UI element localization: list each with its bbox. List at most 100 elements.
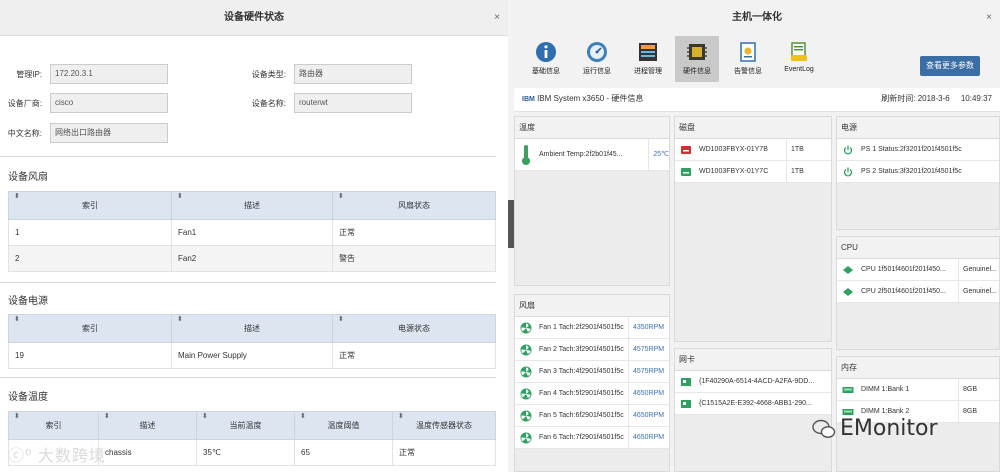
tool-hardware-info[interactable]: 硬件信息: [675, 36, 719, 82]
cn-name-field[interactable]: 网络出口路由器: [50, 123, 168, 143]
column-header-temp-threshold[interactable]: ⬍ 温度阈值: [294, 411, 393, 440]
tool-label: 运行信息: [583, 68, 611, 75]
dimm-size: 8GB: [963, 385, 978, 393]
mgmt-ip-field[interactable]: 172.20.3.1: [50, 64, 168, 84]
sort-icon[interactable]: ⬍: [177, 192, 183, 200]
disk-panel: 磁盘 WD1003FBYX-01Y7B 1TB WD1003FBYX-01Y7C…: [674, 116, 832, 342]
disk-name: WD1003FBYX-01Y7B: [697, 138, 787, 161]
cell-desc: Fan2: [171, 245, 333, 272]
list-item[interactable]: WD1003FBYX-01Y7C 1TB: [675, 160, 831, 183]
tool-process-mgmt[interactable]: 进程管理: [626, 36, 670, 82]
section-divider: [0, 282, 496, 283]
list-item[interactable]: PS 2 Status:3f3201f201f4501f5c: [837, 161, 999, 183]
sort-icon[interactable]: ⬍: [177, 315, 183, 323]
column-header-desc[interactable]: ⬍ 描述: [98, 411, 197, 440]
psu-name: PS 2 Status:3f3201f201f4501f5c: [861, 167, 962, 175]
table-row[interactable]: 19 Main Power Supply 正常: [8, 342, 496, 369]
tool-runtime-info[interactable]: 运行信息: [575, 36, 619, 82]
column-header-sensor-status[interactable]: ⬍ 温度传感器状态: [392, 411, 496, 440]
column-header-desc[interactable]: ⬍ 描述: [171, 314, 333, 343]
close-icon[interactable]: ×: [986, 0, 992, 36]
cpu-icon: [837, 259, 859, 281]
cell-index: 1: [8, 219, 172, 246]
table-row[interactable]: 2 Fan2 警告: [8, 245, 496, 272]
list-item[interactable]: Fan 1 Tach:2f2901f4501f5c 4350RPM: [515, 316, 669, 339]
sort-icon[interactable]: ⬍: [14, 315, 20, 323]
cell-index: 2: [8, 245, 172, 272]
column-header-index[interactable]: ⬍ 索引: [8, 314, 172, 343]
nic-icon: [675, 393, 697, 415]
sort-icon[interactable]: ⬍: [202, 412, 208, 420]
tool-alarm-info[interactable]: 告警信息: [726, 36, 770, 82]
sort-icon[interactable]: ⬍: [104, 412, 110, 420]
view-more-params-button[interactable]: 查看更多参数: [920, 56, 980, 76]
sort-icon[interactable]: ⬍: [14, 192, 20, 200]
list-item[interactable]: Fan 5 Tach:6f2901f4501f5c 4650RPM: [515, 404, 669, 427]
wechat-icon: [812, 419, 836, 438]
list-item[interactable]: Fan 3 Tach:4f2901f4501f5c 4575RPM: [515, 360, 669, 383]
disk-error-icon: [675, 139, 697, 161]
column-header-index[interactable]: ⬍ 索引: [8, 191, 172, 220]
tool-basic-info[interactable]: 基础信息: [524, 36, 568, 82]
sort-icon[interactable]: ⬍: [338, 192, 344, 200]
device-type-field[interactable]: 路由器: [294, 64, 412, 84]
sort-icon[interactable]: ⬍: [338, 315, 344, 323]
tool-eventlog[interactable]: EventLog: [777, 36, 821, 82]
psu-name: PS 1 Status:2f3201f201f4501f5c: [861, 145, 962, 153]
device-name-field[interactable]: routerwt: [294, 93, 412, 113]
cell-status: 正常: [332, 219, 496, 246]
vendor-field[interactable]: cisco: [50, 93, 168, 113]
host-integration-window: 主机一体化 × 基础信息 运行信息 进程管理 硬件信息 告警信息 EventLo…: [514, 0, 1000, 472]
fan-name: Fan 1 Tach:2f2901f4501f5c: [537, 316, 629, 339]
refresh-time: 10:49:37: [960, 94, 992, 103]
list-item[interactable]: Fan 6 Tach:7f2901f4501f5c 4650RPM: [515, 426, 669, 449]
list-item[interactable]: Ambient Temp:2f2b01f45... 25℃: [515, 138, 669, 171]
cell-desc: Main Power Supply: [171, 342, 333, 369]
cell-current-temp: 35℃: [196, 439, 295, 466]
sort-icon[interactable]: ⬍: [14, 412, 20, 420]
fan-rpm: 4650RPM: [633, 433, 665, 441]
list-item[interactable]: {C1515A2E-E392-4668-ABB1-290...: [675, 393, 831, 415]
list-item[interactable]: PS 1 Status:2f3201f201f4501f5c: [837, 139, 999, 161]
list-item[interactable]: {1F40290A-6514-4ACD-A2FA-9DD...: [675, 371, 831, 393]
panel-title: 电源: [837, 117, 999, 139]
thermometer-icon: [515, 139, 537, 171]
fan-icon: [515, 427, 537, 449]
dimm-name: DIMM 1:Bank 1: [859, 378, 959, 401]
cpu-vendor: Genuinel...: [963, 265, 997, 273]
cell-status: 正常: [392, 439, 496, 466]
field-label: 管理IP:: [16, 69, 42, 79]
list-item[interactable]: Fan 4 Tach:5f2901f4501f5c 4650RPM: [515, 382, 669, 405]
section-divider: [0, 377, 496, 378]
list-item[interactable]: CPU 2f501f4601f201f450... Genuinel...: [837, 280, 999, 303]
dimm-size: 8GB: [963, 407, 978, 415]
nic-name: {C1515A2E-E392-4668-ABB1-290...: [699, 399, 812, 407]
disk-size: 1TB: [791, 145, 804, 153]
column-header-power-status[interactable]: ⬍ 电源状态: [332, 314, 496, 343]
list-item[interactable]: Fan 2 Tach:3f2901f4501f5c 4575RPM: [515, 338, 669, 361]
table-row[interactable]: 1 Fan1 正常: [8, 219, 496, 246]
sort-icon[interactable]: ⬍: [398, 412, 404, 420]
fan-icon: [515, 317, 537, 339]
alarm-doc-icon: [740, 42, 756, 62]
list-item[interactable]: WD1003FBYX-01Y7B 1TB: [675, 138, 831, 161]
fan-panel: 风扇 Fan 1 Tach:2f2901f4501f5c 4350RPM Fan 2…: [514, 294, 670, 472]
close-icon[interactable]: ×: [494, 0, 500, 36]
column-header-index[interactable]: ⬍ 索引: [8, 411, 99, 440]
fan-rpm: 4575RPM: [633, 367, 665, 375]
field-mgmt-ip: 管理IP: 172.20.3.1: [0, 64, 168, 84]
column-header-fan-status[interactable]: ⬍ 风扇状态: [332, 191, 496, 220]
list-item[interactable]: CPU 1f501f4601f201f450... Genuinel...: [837, 258, 999, 281]
list-item[interactable]: DIMM 1:Bank 1 8GB: [837, 378, 999, 401]
system-title: IBM System x3650 - 硬件信息: [537, 94, 644, 103]
panel-title: 内存: [837, 357, 999, 379]
sensor-name: Ambient Temp:2f2b01f45...: [537, 138, 650, 171]
column-header-desc[interactable]: ⬍ 描述: [171, 191, 333, 220]
emonitor-brand: EMonitor: [812, 416, 938, 441]
cpu-icon: [837, 281, 859, 303]
refresh-date: 2018-3-6: [917, 94, 950, 103]
sort-icon[interactable]: ⬍: [300, 412, 306, 420]
column-header-current-temp[interactable]: ⬍ 当前温度: [196, 411, 295, 440]
temperature-panel: 温度 Ambient Temp:2f2b01f45... 25℃: [514, 116, 670, 286]
fan-name: Fan 3 Tach:4f2901f4501f5c: [537, 360, 629, 383]
